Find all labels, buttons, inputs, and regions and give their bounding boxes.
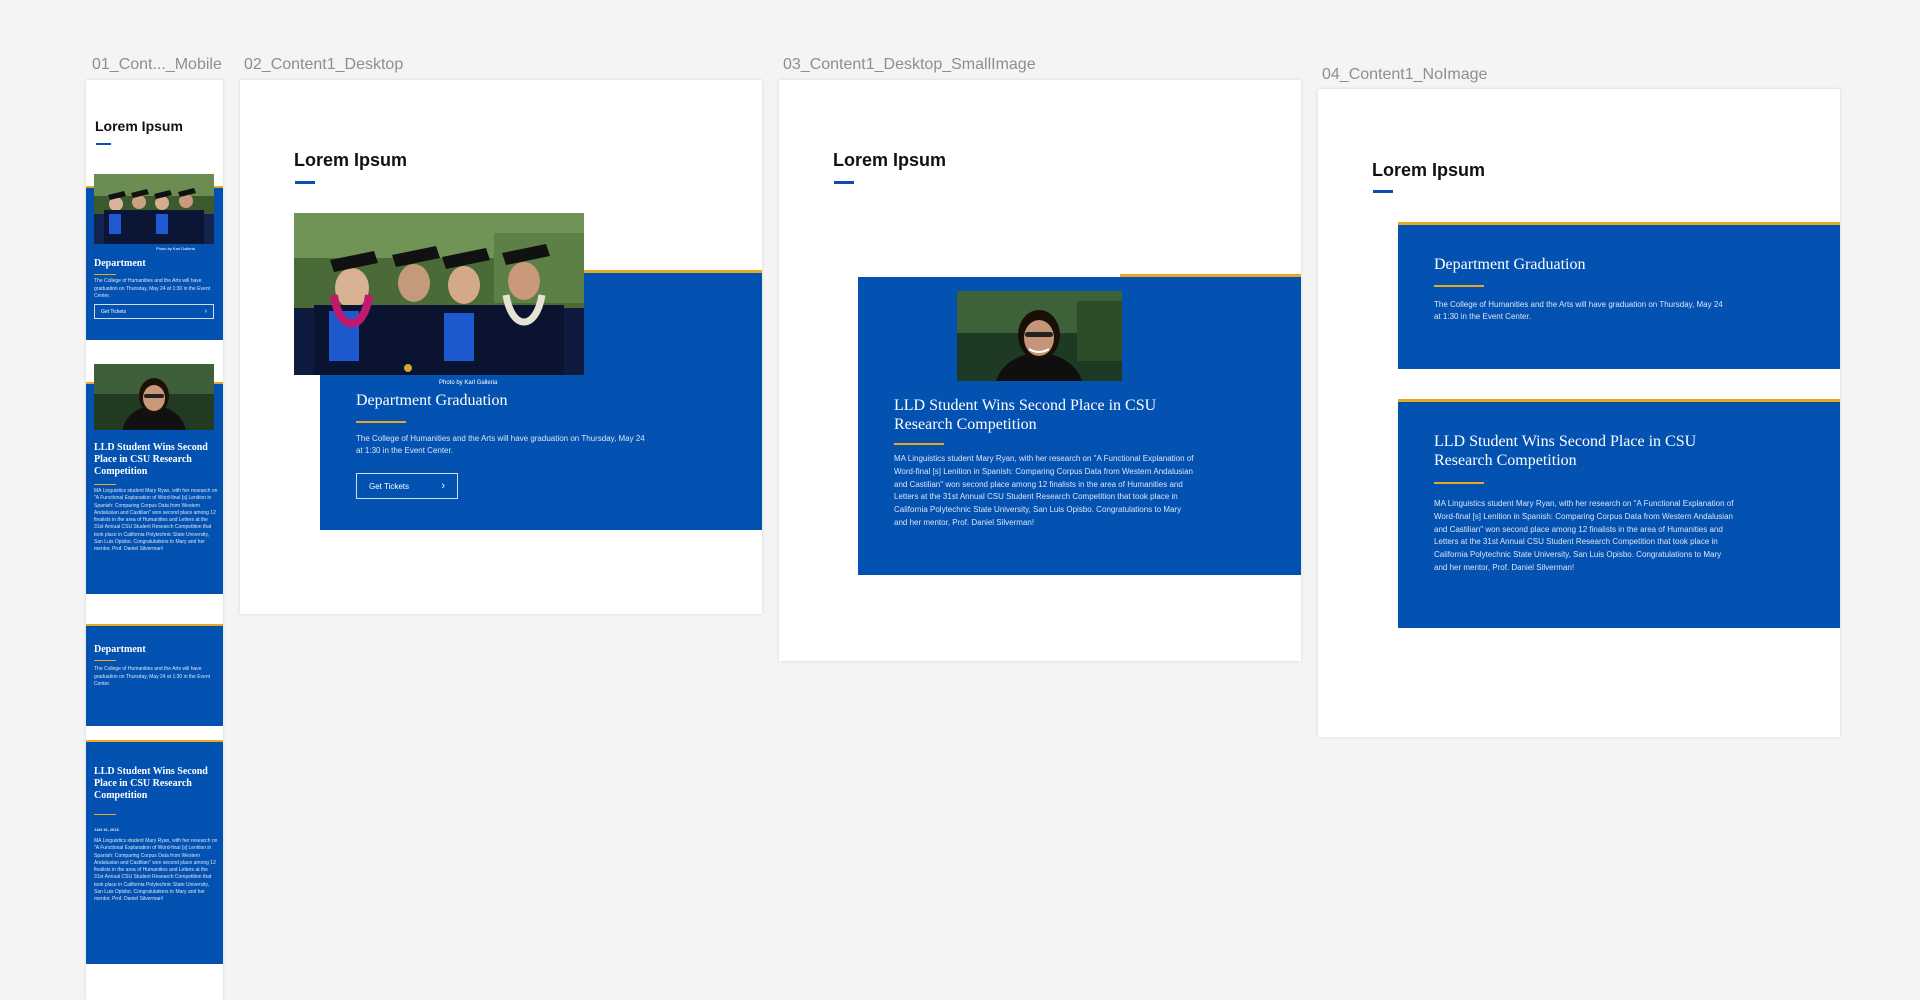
- card-title: LLD Student Wins Second Place in CSU Res…: [894, 397, 1157, 434]
- photo-credit: Photo by Karl Galleria: [439, 380, 498, 386]
- graduation-photo: [94, 174, 214, 244]
- title-underline: [834, 181, 854, 184]
- card-date: JAN 16, 2018: [94, 827, 119, 832]
- card-title: Department Graduation: [1434, 256, 1586, 273]
- lld-card-noimage: LLD Student Wins Second Place in CSU Res…: [86, 742, 223, 964]
- frame-label-desktop[interactable]: 02_Content1_Desktop: [244, 56, 403, 74]
- title-rule: [1434, 482, 1484, 484]
- chevron-right-icon: ›: [441, 480, 445, 492]
- section-title: Lorem Ipsum: [294, 150, 408, 170]
- title-underline: [1373, 190, 1393, 193]
- artboard-desktop-small-image[interactable]: Lorem Ipsum LLD Student Wins Second Plac…: [779, 80, 1301, 661]
- section-title: Lorem Ipsum: [833, 150, 947, 170]
- title-rule: [94, 484, 116, 485]
- card-description: MA Linguistics student Mary Ryan, with h…: [94, 488, 218, 552]
- card-title: Department: [94, 644, 146, 655]
- artboard-desktop[interactable]: Lorem Ipsum Department Graduation The Co…: [240, 80, 762, 614]
- graduation-photo-image: [94, 174, 214, 244]
- section-title: Lorem Ipsum: [1372, 160, 1486, 180]
- title-underline: [96, 143, 111, 145]
- student-photo-image: [957, 291, 1122, 381]
- frame-label-desktop-small-image[interactable]: 03_Content1_Desktop_SmallImage: [783, 56, 1036, 74]
- card-description: The College of Humanities and the Arts w…: [94, 666, 211, 687]
- title-underline: [295, 181, 315, 184]
- graduation-card: Photo by Karl Galleria Department The Co…: [86, 174, 223, 340]
- title-rule: [894, 443, 944, 445]
- card-description: MA Linguistics student Mary Ryan, with h…: [1434, 499, 1734, 572]
- graduation-card-noimage: Department The College of Humanities and…: [86, 626, 223, 726]
- card-description: The College of Humanities and the Arts w…: [1434, 300, 1723, 321]
- lld-card: LLD Student Wins Second Place in CSU Res…: [1398, 402, 1840, 628]
- section-title: Lorem Ipsum: [95, 118, 183, 134]
- card-title: Department Graduation: [356, 392, 508, 409]
- card-description: The College of Humanities and the Arts w…: [356, 434, 645, 455]
- card-title: Department: [94, 258, 146, 269]
- artboard-mobile[interactable]: Lorem Ipsum Photo by Karl Galleria Depar…: [86, 80, 223, 1000]
- card-description: MA Linguistics student Mary Ryan, with h…: [94, 838, 218, 902]
- button-label: Get Tickets: [101, 308, 127, 315]
- title-rule: [94, 274, 116, 275]
- card-description: The College of Humanities and the Arts w…: [94, 278, 211, 299]
- student-photo: [94, 364, 214, 430]
- title-rule: [1434, 285, 1484, 287]
- get-tickets-button[interactable]: Get Tickets ›: [94, 304, 214, 319]
- graduation-photo-image: [294, 213, 584, 375]
- frame-label-mobile[interactable]: 01_Cont..._Mobile: [92, 56, 222, 74]
- get-tickets-button[interactable]: Get Tickets ›: [356, 473, 458, 499]
- chevron-right-icon: ›: [204, 308, 207, 315]
- lld-card: LLD Student Wins Second Place in CSU Res…: [858, 277, 1301, 575]
- card-description: MA Linguistics student Mary Ryan, with h…: [894, 454, 1194, 527]
- student-photo-image: [94, 364, 214, 430]
- card-title: LLD Student Wins Second Place in CSU Res…: [1434, 433, 1697, 470]
- button-label: Get Tickets: [369, 481, 410, 491]
- graduation-photo: [294, 213, 584, 375]
- card-title: LLD Student Wins Second Place in CSU Res…: [94, 442, 208, 477]
- card-title: LLD Student Wins Second Place in CSU Res…: [94, 766, 208, 801]
- title-rule: [94, 814, 116, 815]
- title-rule: [94, 660, 116, 661]
- lld-card: LLD Student Wins Second Place in CSU Res…: [86, 364, 223, 594]
- frame-label-no-image[interactable]: 04_Content1_NoImage: [1322, 66, 1487, 84]
- photo-credit: Photo by Karl Galleria: [156, 246, 195, 251]
- artboard-no-image[interactable]: Lorem Ipsum Department Graduation The Co…: [1318, 89, 1840, 737]
- title-rule: [356, 421, 406, 423]
- student-photo: [957, 291, 1122, 381]
- graduation-card: Department Graduation The College of Hum…: [1398, 225, 1840, 369]
